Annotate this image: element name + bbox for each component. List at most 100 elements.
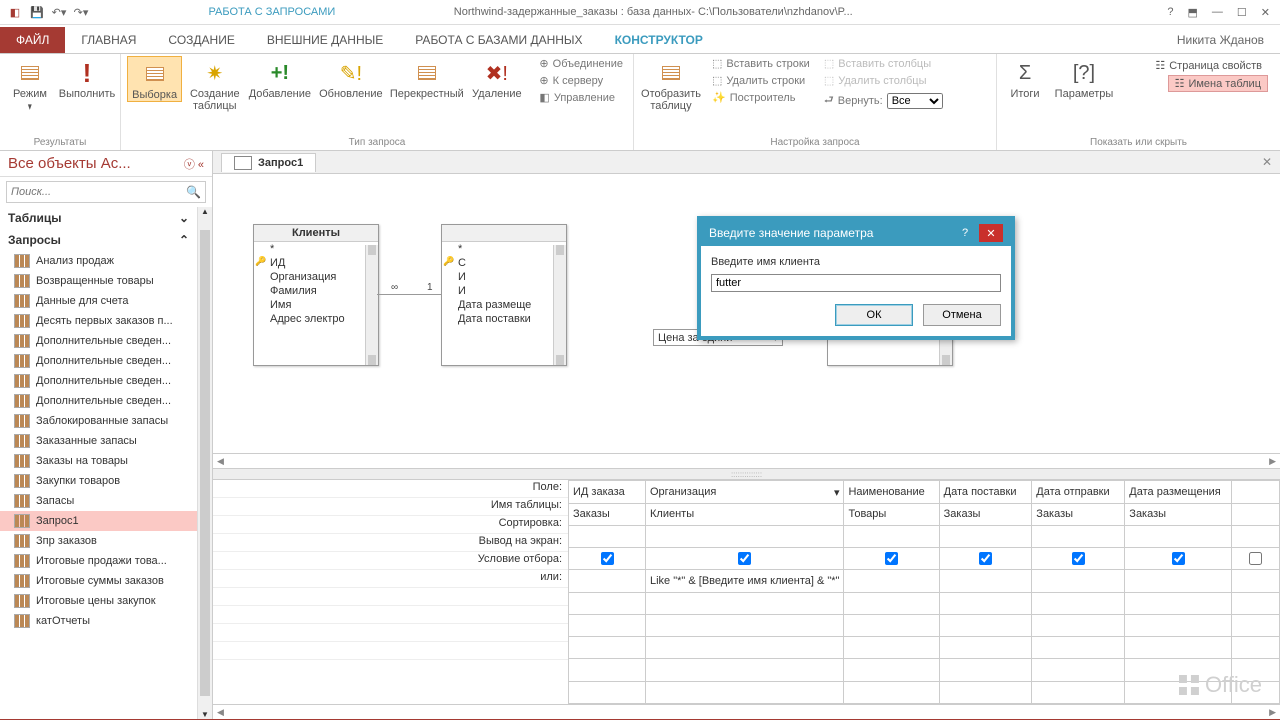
grid-cell[interactable]: Заказы: [1125, 503, 1232, 525]
nav-query-item[interactable]: Заблокированные запасы: [0, 411, 197, 431]
parameter-input[interactable]: [711, 274, 1001, 292]
grid-cell[interactable]: [569, 637, 646, 659]
grid-cell[interactable]: [844, 614, 939, 636]
design-grid[interactable]: Поле: Имя таблицы: Сортировка: Вывод на …: [213, 480, 1280, 704]
grid-cell[interactable]: [939, 548, 1032, 570]
nav-query-item[interactable]: Дополнительные сведен...: [0, 351, 197, 371]
grid-cell[interactable]: [844, 592, 939, 614]
totals-button[interactable]: ΣИтоги: [1003, 56, 1047, 100]
grid-cell[interactable]: [939, 614, 1032, 636]
grid-cell[interactable]: [569, 525, 646, 547]
grid-cell[interactable]: [939, 592, 1032, 614]
nav-query-item[interactable]: Десять первых заказов п...: [0, 311, 197, 331]
grid-cell[interactable]: [844, 548, 939, 570]
grid-cell[interactable]: [646, 659, 844, 681]
nav-section-tables[interactable]: Таблицы⌄: [0, 207, 197, 229]
grid-cell[interactable]: Дата размещения: [1125, 481, 1232, 503]
grid-cell[interactable]: Заказы: [569, 503, 646, 525]
grid-cell[interactable]: [939, 659, 1032, 681]
show-checkbox[interactable]: [979, 552, 992, 565]
grid-cell[interactable]: [646, 681, 844, 703]
run-button[interactable]: !Выполнить: [60, 56, 114, 100]
maximize-icon[interactable]: ☐: [1237, 6, 1247, 19]
grid-cell[interactable]: [1125, 592, 1232, 614]
minimize-icon[interactable]: —: [1212, 6, 1223, 19]
grid-cell[interactable]: Дата поставки: [939, 481, 1032, 503]
grid-cell[interactable]: [844, 570, 939, 592]
tab-home[interactable]: ГЛАВНАЯ: [65, 27, 152, 53]
grid-cell[interactable]: Клиенты: [646, 503, 844, 525]
nav-query-item[interactable]: Дополнительные сведен...: [0, 371, 197, 391]
tab-design[interactable]: КОНСТРУКТОР: [599, 27, 719, 53]
grid-cell[interactable]: [646, 548, 844, 570]
grid-cell[interactable]: [646, 592, 844, 614]
nav-query-item[interactable]: Итоговые суммы заказов: [0, 571, 197, 591]
tab-external-data[interactable]: ВНЕШНИЕ ДАННЫЕ: [251, 27, 399, 53]
grid-cell[interactable]: [1032, 614, 1125, 636]
grid-cell[interactable]: Дата отправки: [1032, 481, 1125, 503]
nav-query-item[interactable]: катОтчеты: [0, 611, 197, 631]
make-table-button[interactable]: ✷Создание таблицы: [188, 56, 241, 112]
search-icon[interactable]: 🔍: [182, 185, 205, 199]
show-checkbox[interactable]: [601, 552, 614, 565]
delete-query-button[interactable]: ✖!Удаление: [470, 56, 523, 100]
nav-query-item[interactable]: Закупки товаров: [0, 471, 197, 491]
grid-cell[interactable]: [1231, 481, 1279, 503]
grid-cell[interactable]: [1032, 548, 1125, 570]
nav-section-queries[interactable]: Запросы⌃: [0, 229, 197, 251]
help-icon[interactable]: ?: [1167, 6, 1173, 19]
return-select[interactable]: Все: [887, 93, 943, 109]
grid-cell[interactable]: [1125, 637, 1232, 659]
tab-database-tools[interactable]: РАБОТА С БАЗАМИ ДАННЫХ: [399, 27, 598, 53]
grid-cell[interactable]: [1231, 525, 1279, 547]
grid-cell[interactable]: Like "*" & [Введите имя клиента] & "*": [646, 570, 844, 592]
show-checkbox[interactable]: [738, 552, 751, 565]
nav-query-item[interactable]: Запасы: [0, 491, 197, 511]
dialog-close-icon[interactable]: ✕: [979, 224, 1003, 242]
nav-query-item[interactable]: Заказы на товары: [0, 451, 197, 471]
grid-cell[interactable]: Наименование: [844, 481, 939, 503]
nav-search[interactable]: 🔍: [6, 181, 206, 203]
grid-cell[interactable]: [569, 659, 646, 681]
nav-search-input[interactable]: [7, 186, 182, 198]
union-button[interactable]: ⊕ Объединение: [535, 56, 627, 71]
grid-cell[interactable]: [844, 659, 939, 681]
grid-cell[interactable]: [646, 525, 844, 547]
builder-button[interactable]: ✨ Построитель: [708, 90, 814, 105]
grid-cell[interactable]: [844, 525, 939, 547]
property-sheet-button[interactable]: ☷ Страница свойств: [1149, 58, 1268, 73]
grid-cell[interactable]: [569, 592, 646, 614]
grid-cell[interactable]: [569, 548, 646, 570]
diagram-pane[interactable]: Клиенты * ИД Организация Фамилия Имя Адр…: [213, 174, 1280, 453]
grid-cell[interactable]: Заказы: [939, 503, 1032, 525]
grid-cell[interactable]: Организация▾: [646, 481, 844, 503]
grid-cell[interactable]: [646, 614, 844, 636]
parameters-button[interactable]: [?]Параметры: [1053, 56, 1115, 100]
grid-cell[interactable]: [1231, 503, 1279, 525]
grid-cell[interactable]: [1032, 681, 1125, 703]
nav-query-item[interactable]: Итоговые продажи това...: [0, 551, 197, 571]
nav-query-item[interactable]: Дополнительные сведен...: [0, 391, 197, 411]
grid-cell[interactable]: [569, 681, 646, 703]
nav-query-item[interactable]: Данные для счета: [0, 291, 197, 311]
nav-query-item[interactable]: Анализ продаж: [0, 251, 197, 271]
view-button[interactable]: Режим▾: [6, 56, 54, 113]
nav-query-item[interactable]: Дополнительные сведен...: [0, 331, 197, 351]
nav-query-item[interactable]: Запрос1: [0, 511, 197, 531]
show-checkbox[interactable]: [1172, 552, 1185, 565]
show-checkbox[interactable]: [1249, 552, 1262, 565]
insert-rows-button[interactable]: ⬚ Вставить строки: [708, 56, 814, 71]
passthrough-button[interactable]: ⊕ К серверу: [535, 73, 627, 88]
ok-button[interactable]: ОК: [835, 304, 913, 326]
show-checkbox[interactable]: [885, 552, 898, 565]
grid-cell[interactable]: [1032, 659, 1125, 681]
show-table-button[interactable]: Отобразить таблицу: [640, 56, 702, 112]
grid-cell[interactable]: [1032, 525, 1125, 547]
table-names-button[interactable]: ☷ Имена таблиц: [1168, 75, 1268, 92]
grid-cell[interactable]: [1231, 614, 1279, 636]
grid-cell[interactable]: [1032, 570, 1125, 592]
delete-rows-button[interactable]: ⬚ Удалить строки: [708, 73, 814, 88]
update-button[interactable]: ✎!Обновление: [318, 56, 383, 100]
grid-cell[interactable]: [844, 681, 939, 703]
grid-cell[interactable]: Товары: [844, 503, 939, 525]
